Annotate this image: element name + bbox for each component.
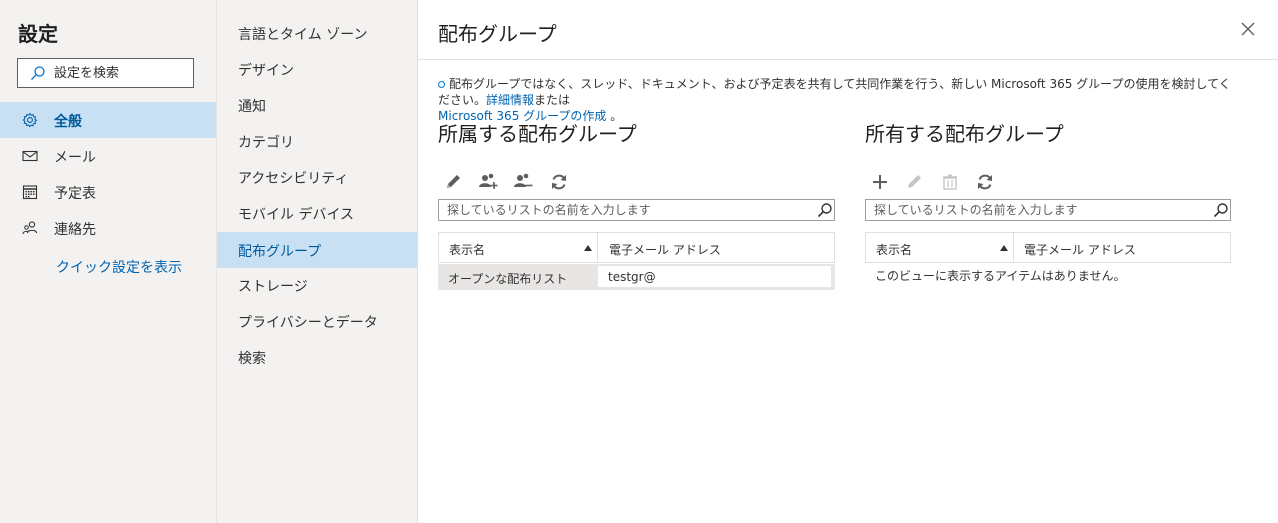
owned-title: 所有する配布グループ: [865, 122, 1064, 146]
subnav-item-label: 言語とタイム ゾーン: [238, 27, 368, 43]
info-bullet-icon: [438, 81, 445, 88]
subnav-item-search[interactable]: 検索: [217, 339, 417, 375]
header-divider: [418, 59, 1278, 60]
quick-settings-link[interactable]: クイック設定を表示: [56, 257, 182, 277]
close-icon[interactable]: [1239, 20, 1257, 38]
search-icon: [31, 66, 45, 80]
search-icon[interactable]: [817, 202, 833, 218]
settings-title: 設定: [18, 22, 58, 46]
sidebar-item-general[interactable]: 全般: [0, 102, 216, 138]
leave-group-icon[interactable]: [511, 170, 535, 194]
sort-ascending-icon[interactable]: [1000, 245, 1008, 251]
sidebar-item-mail[interactable]: メール: [0, 138, 216, 174]
subnav-item-label: 配布グループ: [238, 244, 322, 260]
learn-more-link[interactable]: 詳細情報: [486, 93, 534, 107]
calendar-icon: [22, 185, 38, 200]
owned-grid-header: 表示名 電子メール アドレス: [865, 232, 1231, 263]
subnav-item-language[interactable]: 言語とタイム ゾーン: [217, 15, 417, 51]
subnav-item-label: カテゴリ: [238, 135, 294, 151]
column-header-email[interactable]: 電子メール アドレス: [609, 241, 721, 258]
join-group-icon[interactable]: [476, 170, 500, 194]
refresh-icon[interactable]: [973, 170, 997, 194]
sidebar-item-label: 連絡先: [54, 222, 96, 238]
subnav-item-notifications[interactable]: 通知: [217, 87, 417, 123]
subnav-item-design[interactable]: デザイン: [217, 51, 417, 87]
subnav-item-label: アクセシビリティ: [238, 171, 349, 187]
table-row[interactable]: オープンな配布リスト testgr@: [438, 264, 835, 290]
add-icon[interactable]: [868, 170, 892, 194]
row-email: testgr@: [608, 270, 656, 284]
subnav-item-categories[interactable]: カテゴリ: [217, 123, 417, 159]
sort-ascending-icon[interactable]: [584, 245, 592, 251]
row-email-cell: testgr@: [598, 266, 831, 287]
edit-icon[interactable]: [442, 170, 466, 194]
subnav-item-label: 通知: [238, 99, 266, 115]
search-icon[interactable]: [1213, 202, 1229, 218]
subnav-item-label: モバイル デバイス: [238, 207, 355, 223]
column-separator: [1013, 233, 1014, 262]
subnav-item-label: プライバシーとデータ: [238, 315, 378, 331]
member-of-title: 所属する配布グループ: [438, 122, 637, 146]
sidebar-item-label: メール: [54, 150, 96, 166]
edit-icon[interactable]: [903, 170, 927, 194]
page-title: 配布グループ: [438, 22, 557, 46]
settings-search-box[interactable]: [17, 58, 194, 88]
subnav-item-mobile-devices[interactable]: モバイル デバイス: [217, 195, 417, 231]
sidebar-item-people[interactable]: 連絡先: [0, 210, 216, 246]
sidebar-item-label: 予定表: [54, 186, 96, 202]
info-or-text: または: [534, 93, 571, 107]
empty-list-message: このビューに表示するアイテムはありません。: [875, 269, 1126, 283]
sidebar-item-calendar[interactable]: 予定表: [0, 174, 216, 210]
column-header-display-name[interactable]: 表示名: [449, 241, 485, 258]
column-separator: [597, 233, 598, 262]
subnav-item-label: デザイン: [238, 63, 294, 79]
member-of-search-input[interactable]: [447, 202, 807, 218]
settings-subnav: 言語とタイム ゾーン デザイン 通知 カテゴリ アクセシビリティ モバイル デバ…: [216, 0, 417, 523]
delete-icon[interactable]: [938, 170, 962, 194]
member-of-section: 所属する配布グループ 探しているリストの名前を入力します 表示名 電子メール ア…: [438, 118, 838, 318]
settings-search-input[interactable]: [54, 64, 189, 82]
column-header-email[interactable]: 電子メール アドレス: [1024, 241, 1136, 258]
mail-icon: [22, 150, 38, 162]
subnav-item-label: ストレージ: [238, 279, 308, 295]
owned-section: 所有する配布グループ 探しているリストの名前を入力します 表示名 電子メール ア…: [865, 118, 1265, 318]
sidebar-item-label: 全般: [54, 114, 82, 130]
subnav-item-label: 検索: [238, 351, 266, 367]
owned-search-input[interactable]: [874, 202, 1204, 218]
subnav-item-storage[interactable]: ストレージ: [217, 267, 417, 303]
subnav-item-accessibility[interactable]: アクセシビリティ: [217, 159, 417, 195]
distribution-groups-panel: 配布グループ 配布グループではなく、スレッド、ドキュメント、および予定表を共有し…: [417, 0, 1278, 523]
subnav-item-privacy[interactable]: プライバシーとデータ: [217, 303, 417, 339]
member-of-search-box[interactable]: [438, 199, 835, 221]
refresh-icon[interactable]: [547, 170, 571, 194]
member-of-grid-header: 表示名 電子メール アドレス: [438, 232, 835, 263]
settings-sidebar: 設定 全般 メール 予定表: [0, 0, 216, 523]
owned-search-box[interactable]: [865, 199, 1231, 221]
people-icon: [22, 221, 38, 235]
info-message: 配布グループではなく、スレッド、ドキュメント、および予定表を共有して共同作業を行…: [438, 76, 1238, 124]
gear-icon: [22, 112, 38, 128]
subnav-item-distribution-groups[interactable]: 配布グループ: [217, 232, 417, 268]
column-header-display-name[interactable]: 表示名: [876, 241, 912, 258]
row-display-name: オープンな配布リスト: [448, 272, 568, 286]
